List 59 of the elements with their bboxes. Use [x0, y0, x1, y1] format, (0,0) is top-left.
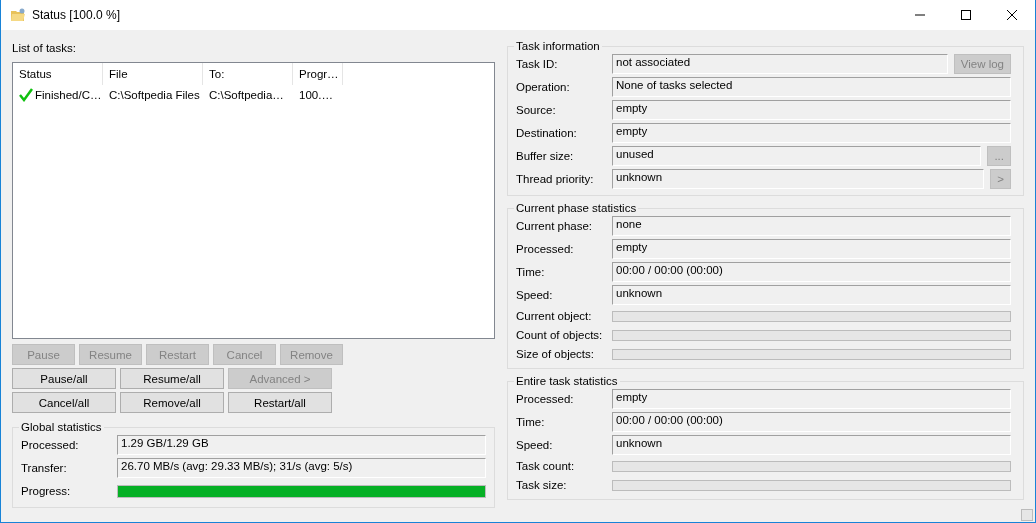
value-field: None of tasks selected — [612, 77, 1011, 97]
list-label: List of tasks: — [12, 42, 77, 56]
field-label: Current phase: — [516, 220, 594, 232]
column-header[interactable]: File — [103, 63, 203, 85]
value-field: 1.29 GB/1.29 GB — [117, 435, 486, 455]
field-label: Processed: — [516, 393, 575, 405]
value-field: 00:00 / 00:00 (00:00) — [612, 262, 1011, 282]
group-title: Entire task statistics — [515, 375, 619, 387]
action-button[interactable]: Resume/all — [120, 368, 224, 389]
field-label: Thread priority: — [516, 173, 595, 185]
action-button[interactable]: Restart/all — [228, 392, 332, 413]
action-button[interactable]: Remove/all — [120, 392, 224, 413]
action-button[interactable]: Cancel/all — [12, 392, 116, 413]
field-label: Count of objects: — [516, 329, 604, 341]
field-label: Operation: — [516, 81, 571, 93]
value-field: 00:00 / 00:00 (00:00) — [612, 412, 1011, 432]
field-label: Time: — [516, 416, 546, 428]
column-header[interactable]: Status — [13, 63, 103, 85]
value-field: empty — [612, 389, 1011, 409]
field-label: Progress: — [21, 485, 72, 497]
task-list[interactable]: Status File To: Progr… Finished/C… C:\Softpedia Files C:\Softpedia… 100.… — [12, 62, 495, 339]
field-label: Current object: — [516, 310, 593, 322]
value-field: unused — [612, 146, 982, 166]
group-title: Task information — [515, 40, 601, 52]
column-header[interactable]: Progr… — [293, 63, 343, 85]
table-cell: Finished/C… — [35, 89, 102, 101]
value-field: unknown — [612, 169, 985, 189]
window-title: Status [100.0 %] — [32, 8, 122, 22]
field-label: Speed: — [516, 289, 554, 301]
value-field: empty — [612, 239, 1011, 259]
group-title: Global statistics — [20, 421, 103, 433]
value-field: none — [612, 216, 1011, 236]
field-label: Processed: — [21, 439, 80, 451]
field-label: Size of objects: — [516, 348, 595, 360]
field-label: Processed: — [516, 243, 575, 255]
value-field: empty — [612, 100, 1011, 120]
field-label: Speed: — [516, 439, 554, 451]
field-label: Destination: — [516, 127, 578, 139]
table-cell: 100.… — [299, 89, 333, 101]
field-label: Task size: — [516, 479, 568, 491]
folder-icon — [10, 8, 26, 22]
field-label: Time: — [516, 266, 546, 278]
value-field: empty — [612, 123, 1011, 143]
checkmark-icon — [19, 88, 33, 102]
field-label: Task count: — [516, 460, 576, 472]
field-label: Source: — [516, 104, 557, 116]
table-cell: C:\Softpedia Files — [109, 89, 200, 101]
field-label: Buffer size: — [516, 150, 575, 162]
value-field: unknown — [612, 435, 1011, 455]
field-label: Task ID: — [516, 58, 559, 70]
table-cell: C:\Softpedia… — [209, 89, 284, 101]
action-button[interactable]: Pause/all — [12, 368, 116, 389]
value-field: not associated — [612, 54, 948, 74]
column-header[interactable]: To: — [203, 63, 293, 85]
group-title: Current phase statistics — [515, 202, 638, 214]
resize-grip[interactable] — [1021, 509, 1033, 521]
field-label: Transfer: — [21, 462, 68, 474]
value-field: 26.70 MB/s (avg: 29.33 MB/s); 31/s (avg: 5/s) — [117, 458, 486, 478]
value-field: unknown — [612, 285, 1011, 305]
